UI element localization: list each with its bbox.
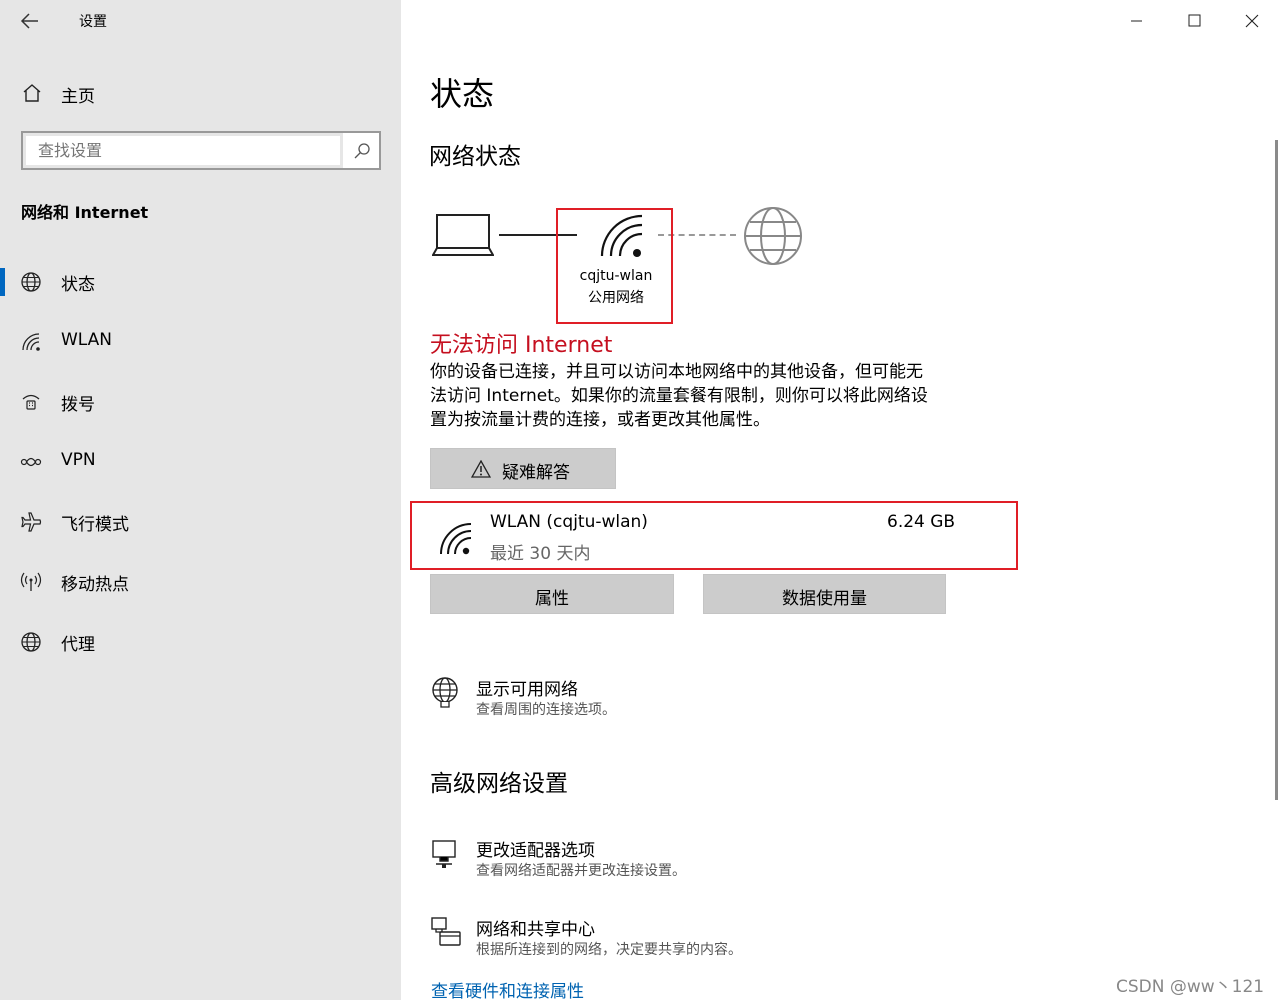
scrollbar[interactable] <box>1275 140 1278 800</box>
globe-icon <box>743 206 803 266</box>
status-heading: 无法访问 Internet <box>430 333 613 358</box>
search-input[interactable] <box>23 133 343 168</box>
airplane-icon <box>20 511 42 533</box>
close-button[interactable] <box>1237 8 1267 34</box>
properties-label: 属性 <box>535 589 569 609</box>
change-adapter-link[interactable]: 更改适配器选项 查看网络适配器并更改连接设置。 <box>430 833 750 883</box>
sidebar-item-status[interactable]: 状态 <box>0 252 401 312</box>
troubleshoot-button[interactable]: 疑难解答 <box>430 448 616 489</box>
maximize-button[interactable] <box>1179 8 1209 34</box>
sidebar-item-proxy[interactable]: 代理 <box>0 612 401 672</box>
home-nav[interactable]: 主页 <box>0 70 401 114</box>
section-title: 网络和 Internet <box>21 203 149 222</box>
change-adapter-subtitle: 查看网络适配器并更改连接设置。 <box>476 863 686 879</box>
home-icon <box>21 82 43 104</box>
selection-indicator <box>0 268 5 296</box>
sidebar-item-label: 状态 <box>61 275 95 295</box>
close-icon <box>1245 14 1259 28</box>
sharing-center-title: 网络和共享中心 <box>476 920 595 940</box>
properties-button[interactable]: 属性 <box>430 574 674 614</box>
hardware-properties-link[interactable]: 查看硬件和连接属性 <box>431 977 584 1002</box>
monitor-icon <box>430 838 460 870</box>
sidebar-item-label: 移动热点 <box>61 575 129 595</box>
back-button[interactable] <box>18 10 46 32</box>
globe-icon <box>20 631 42 653</box>
show-networks-subtitle: 查看周围的连接选项。 <box>476 702 616 718</box>
status-desc-line: 法访问 Internet。如果你的流量套餐有限制，则你可以将此网络设 <box>430 386 928 406</box>
globe-icon <box>20 271 42 293</box>
laptop-icon <box>432 212 494 258</box>
advanced-title: 高级网络设置 <box>430 771 568 797</box>
back-arrow-icon <box>20 13 38 29</box>
status-desc-line: 置为按流量计费的连接，或者更改其他属性。 <box>430 410 770 430</box>
network-status-title: 网络状态 <box>429 144 521 170</box>
sidebar-item-label: 代理 <box>61 635 95 655</box>
sharing-center-subtitle: 根据所连接到的网络，决定要共享的内容。 <box>476 942 742 958</box>
wifi-icon <box>20 331 42 353</box>
show-networks-title: 显示可用网络 <box>476 680 578 700</box>
sharing-center-link[interactable]: 网络和共享中心 根据所连接到的网络，决定要共享的内容。 <box>430 912 810 962</box>
vpn-icon <box>20 451 42 473</box>
connection-highlight-box <box>410 501 1018 570</box>
dialup-icon <box>20 391 42 413</box>
sharing-icon <box>430 916 462 948</box>
show-networks-link[interactable]: 显示可用网络 查看周围的连接选项。 <box>430 672 730 722</box>
maximize-icon <box>1188 14 1201 27</box>
sidebar: 设置 主页 网络和 Internet 状态 WLAN 拨号 <box>0 0 401 1000</box>
status-desc-line: 你的设备已连接，并且可以访问本地网络中的其他设备，但可能无 <box>430 362 923 382</box>
search-icon <box>353 142 371 160</box>
status-description: 你的设备已连接，并且可以访问本地网络中的其他设备，但可能无 法访问 Intern… <box>430 360 950 432</box>
sidebar-item-label: 飞行模式 <box>61 515 129 535</box>
minimize-button[interactable] <box>1121 8 1151 34</box>
change-adapter-title: 更改适配器选项 <box>476 841 595 861</box>
sidebar-item-airplane[interactable]: 飞行模式 <box>0 492 401 552</box>
sidebar-item-label: VPN <box>61 450 96 470</box>
sidebar-item-vpn[interactable]: VPN <box>0 432 401 492</box>
search-box[interactable] <box>21 131 381 170</box>
sidebar-item-hotspot[interactable]: 移动热点 <box>0 552 401 612</box>
troubleshoot-label: 疑难解答 <box>502 463 570 483</box>
sidebar-item-dialup[interactable]: 拨号 <box>0 372 401 432</box>
minimize-icon <box>1131 20 1142 22</box>
home-label: 主页 <box>61 87 95 107</box>
sidebar-item-label: WLAN <box>61 330 113 350</box>
sidebar-item-label: 拨号 <box>61 395 95 415</box>
network-globe-icon <box>430 676 460 708</box>
warning-icon <box>471 460 491 478</box>
main-content: 状态 网络状态 cqjtu-wlan 公用网络 无法访问 Internet 你的… <box>401 0 1282 1002</box>
data-usage-button[interactable]: 数据使用量 <box>703 574 946 614</box>
window-title: 设置 <box>79 14 107 30</box>
hotspot-icon <box>20 571 42 593</box>
network-highlight-box <box>556 208 673 324</box>
watermark: CSDN @ww丶121 <box>1116 977 1265 997</box>
page-title: 状态 <box>430 75 495 113</box>
data-usage-label: 数据使用量 <box>782 589 867 609</box>
sidebar-item-wlan[interactable]: WLAN <box>0 312 401 372</box>
